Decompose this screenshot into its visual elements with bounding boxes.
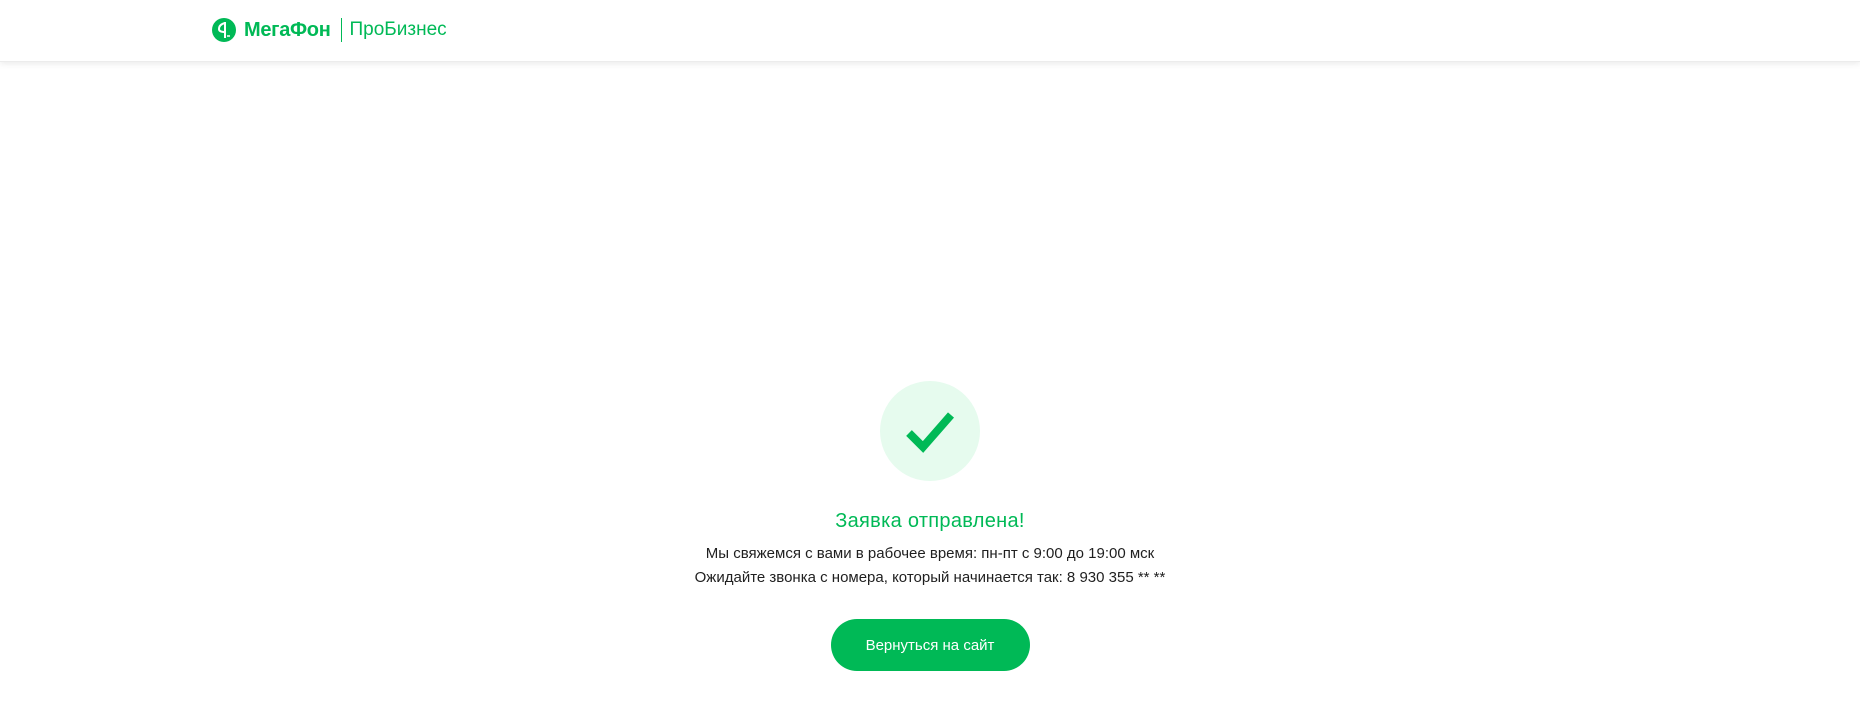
megafon-probusiness-logo[interactable]: МегаФон ПроБизнес [212,17,447,43]
logo-brand-text: МегаФон [244,18,331,41]
logo-product-text: ПроБизнес [349,19,447,40]
return-to-site-button[interactable]: Вернуться на сайт [830,619,1030,671]
working-hours-text: Мы свяжемся с вами в рабочее время: пн-п… [705,545,1155,562]
success-status-badge [880,381,980,481]
success-panel: Заявка отправлена! Мы свяжемся с вами в … [0,381,1860,671]
logo-divider [340,18,342,42]
site-header: МегаФон ПроБизнес [0,0,1860,62]
megafon-logo-icon [212,18,236,42]
checkmark-icon [906,412,955,453]
callback-number-text: Ожидайте звонка с номера, который начина… [694,569,1166,586]
success-title: Заявка отправлена! [835,510,1025,532]
